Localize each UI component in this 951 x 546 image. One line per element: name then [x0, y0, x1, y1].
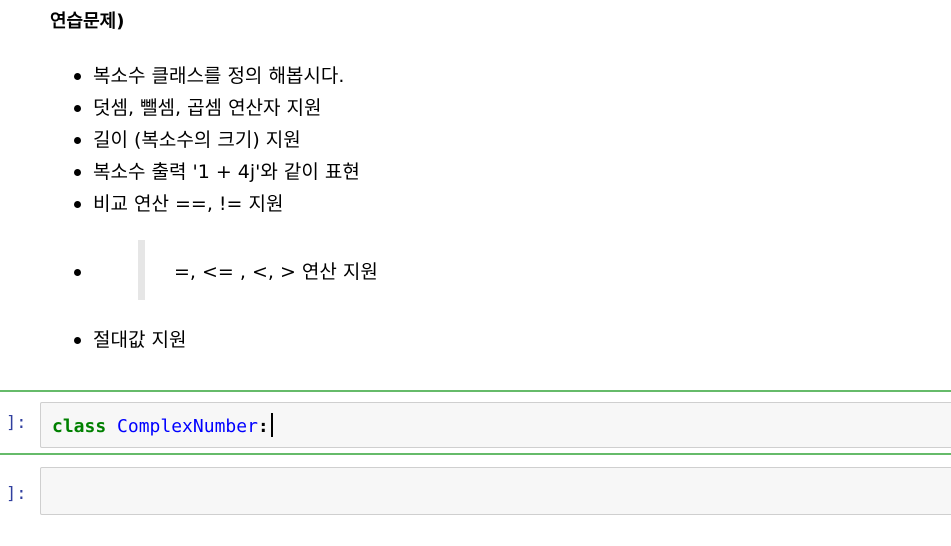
bullet-icon [74, 105, 81, 112]
list-item-text: 덧셈, 뺄셈, 곱셈 연산자 지원 [93, 97, 322, 119]
blockquote-bar [138, 240, 145, 300]
list-item-text: 비교 연산 ==, != 지원 [93, 193, 284, 215]
code-line[interactable]: class ComplexNumber: [52, 413, 273, 440]
bullet-icon [74, 269, 81, 276]
list-item-text: 절대값 지원 [93, 329, 187, 351]
code-cell-selected[interactable]: ]: class ComplexNumber: [0, 390, 951, 455]
list-item-text: 복소수 클래스를 정의 해봅시다. [93, 65, 345, 87]
bullet-icon [74, 169, 81, 176]
bullet-icon [74, 337, 81, 344]
list-item-text: 복소수 출력 '1 + 4j'와 같이 표현 [93, 161, 360, 183]
text-cursor [270, 413, 273, 437]
input-prompt: ]: [6, 413, 27, 433]
list-item-text: 길이 (복소수의 크기) 지원 [93, 129, 301, 151]
exercise-heading: 연습문제) [50, 11, 125, 32]
class-name: ComplexNumber [117, 416, 258, 437]
keyword-class: class [52, 416, 107, 437]
colon-punct: : [257, 416, 269, 437]
input-prompt: ]: [6, 484, 27, 504]
bullet-icon [74, 201, 81, 208]
code-editor[interactable]: class ComplexNumber: [40, 402, 951, 448]
blockquote-text: =, <= , <, > 연산 지원 [174, 261, 378, 283]
markdown-cell[interactable]: 연습문제) 복소수 클래스를 정의 해봅시다. 덧셈, 뺄셈, 곱셈 연산자 지… [0, 0, 951, 390]
code-editor[interactable] [40, 467, 951, 515]
code-cell-empty[interactable]: ]: [0, 455, 951, 525]
bullet-icon [74, 137, 81, 144]
bullet-icon [74, 73, 81, 80]
